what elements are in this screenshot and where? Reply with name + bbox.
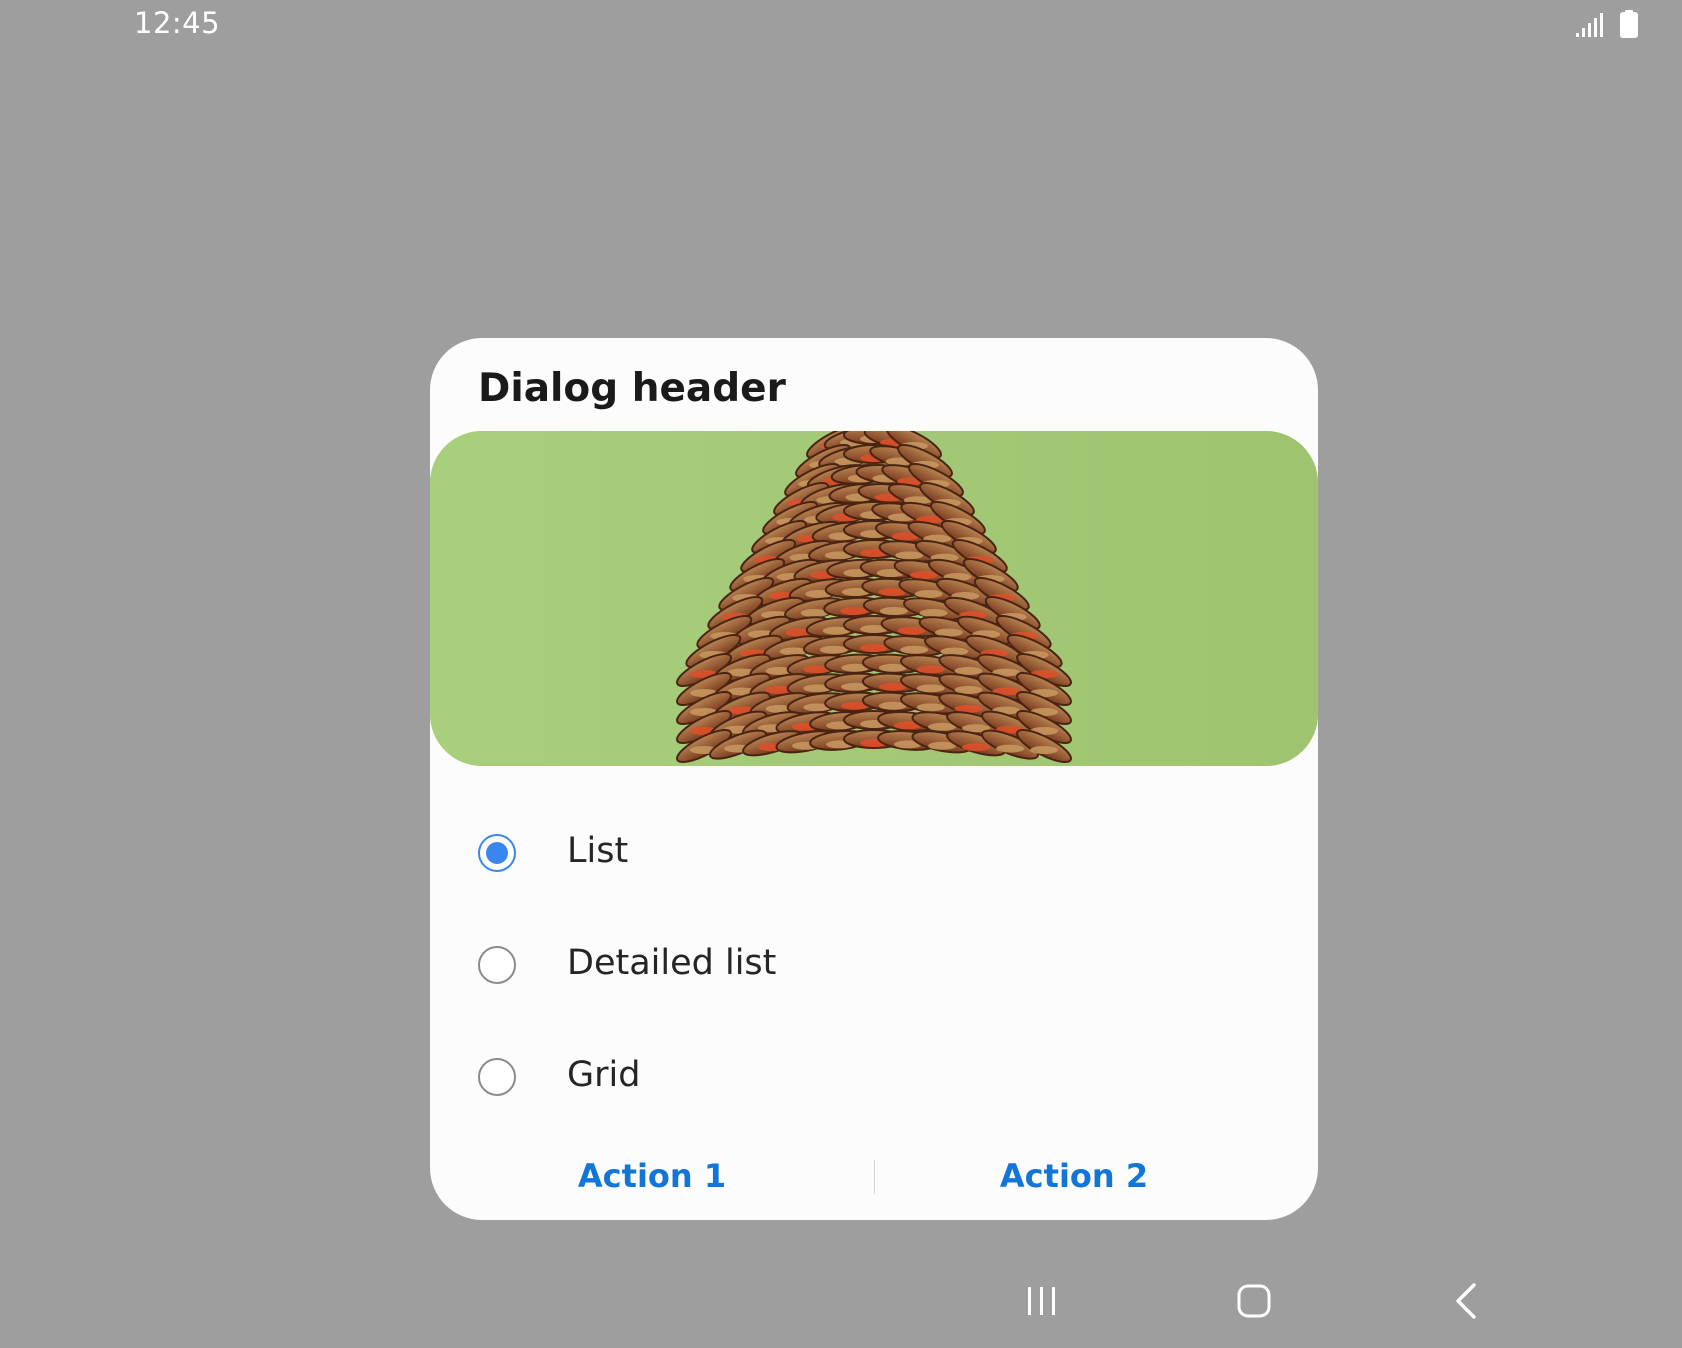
option-grid[interactable]: Grid xyxy=(430,1022,1318,1134)
dialog: Dialog header List Detailed list Grid Ac… xyxy=(430,338,1318,1220)
radio-detailed-list[interactable] xyxy=(478,946,516,984)
signal-icon xyxy=(1576,13,1603,37)
recents-icon[interactable] xyxy=(1024,1284,1060,1318)
battery-icon xyxy=(1620,10,1638,38)
radio-list[interactable] xyxy=(478,834,516,872)
action-2-button[interactable]: Action 2 xyxy=(874,1146,1274,1206)
options-list: List Detailed list Grid xyxy=(430,798,1318,1134)
option-detailed-list[interactable]: Detailed list xyxy=(430,910,1318,1022)
status-time: 12:45 xyxy=(134,6,221,40)
option-list[interactable]: List xyxy=(430,798,1318,910)
home-icon[interactable] xyxy=(1237,1284,1271,1318)
dialog-header: Dialog header xyxy=(478,366,786,411)
dialog-actions: Action 1 Action 2 xyxy=(430,1146,1318,1206)
option-label: List xyxy=(567,831,629,871)
pinecone-image xyxy=(430,431,1318,766)
radio-grid[interactable] xyxy=(478,1058,516,1096)
back-icon[interactable] xyxy=(1452,1282,1480,1320)
action-1-button[interactable]: Action 1 xyxy=(430,1146,874,1206)
option-label: Grid xyxy=(567,1055,641,1095)
option-label: Detailed list xyxy=(567,943,777,983)
